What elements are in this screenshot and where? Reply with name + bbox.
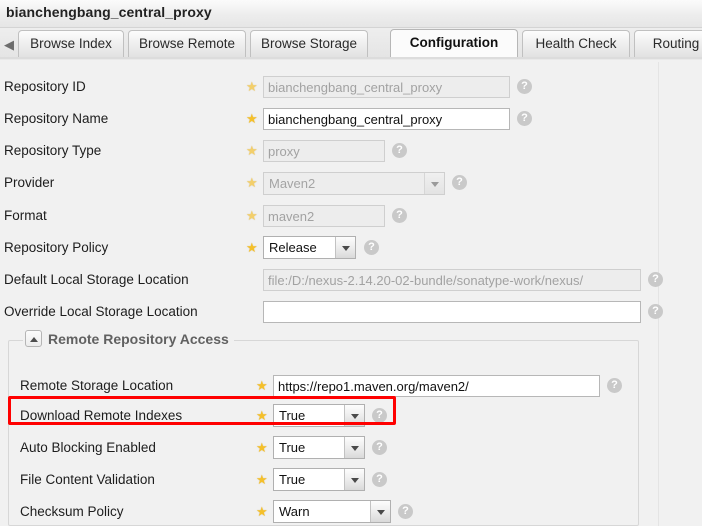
select-repository-policy[interactable]: Release (263, 236, 356, 259)
tab-browse-index[interactable]: Browse Index (18, 30, 124, 57)
left-arrow-icon[interactable]: ◀ (2, 38, 16, 52)
required-star-icon: ★ (246, 208, 258, 223)
select-checksum-policy[interactable]: Warn (273, 500, 391, 523)
input-default-local-storage-location: file:/D:/nexus-2.14.20-02-bundle/sonatyp… (263, 269, 641, 291)
select-file-content-validation-value: True (279, 472, 306, 487)
chevron-down-icon[interactable] (370, 501, 390, 522)
input-repository-type: proxy (263, 140, 385, 162)
help-icon[interactable]: ? (372, 440, 387, 455)
input-repository-name[interactable]: bianchengbang_central_proxy (263, 108, 510, 130)
label-checksum-policy: Checksum Policy (20, 504, 124, 519)
input-override-local-storage-location[interactable] (263, 301, 641, 323)
help-icon[interactable]: ? (648, 272, 663, 287)
chevron-down-icon[interactable] (335, 237, 355, 258)
help-icon[interactable]: ? (517, 111, 532, 126)
help-icon[interactable]: ? (372, 472, 387, 487)
required-star-icon: ★ (246, 79, 258, 94)
label-repository-policy: Repository Policy (4, 240, 109, 255)
help-icon[interactable]: ? (392, 143, 407, 158)
content-top-border (0, 59, 702, 60)
tab-routing[interactable]: Routing (634, 30, 702, 57)
help-icon[interactable]: ? (372, 408, 387, 423)
select-auto-blocking-enabled[interactable]: True (273, 436, 365, 459)
label-file-content-validation: File Content Validation (20, 472, 155, 487)
select-provider: Maven2 (263, 172, 445, 195)
help-icon[interactable]: ? (398, 504, 413, 519)
chevron-down-icon (424, 173, 444, 194)
help-icon[interactable]: ? (607, 378, 622, 393)
required-star-icon: ★ (256, 504, 268, 519)
configuration-form: Repository ID ★ bianchengbang_central_pr… (0, 62, 702, 526)
label-download-remote-indexes: Download Remote Indexes (20, 408, 183, 423)
required-star-icon: ★ (246, 175, 258, 190)
select-download-remote-indexes-value: True (279, 408, 306, 423)
label-override-local-storage-location: Override Local Storage Location (4, 304, 198, 319)
chevron-down-icon[interactable] (344, 469, 364, 490)
label-remote-storage-location: Remote Storage Location (20, 378, 174, 393)
chevron-down-icon[interactable] (344, 437, 364, 458)
select-download-remote-indexes[interactable]: True (273, 404, 365, 427)
required-star-icon: ★ (246, 143, 258, 158)
required-star-icon: ★ (256, 472, 268, 487)
input-format: maven2 (263, 205, 385, 227)
required-star-icon: ★ (246, 240, 258, 255)
help-icon[interactable]: ? (452, 175, 467, 190)
chevron-down-icon[interactable] (344, 405, 364, 426)
label-default-local-storage-location: Default Local Storage Location (4, 272, 189, 287)
required-star-icon: ★ (256, 378, 268, 393)
nexus-repository-configuration-screen: bianchengbang_central_proxy ◀ Browse Ind… (0, 0, 702, 526)
select-provider-value: Maven2 (269, 176, 316, 191)
label-repository-type: Repository Type (4, 143, 102, 158)
remote-repository-access-title: Remote Repository Access (48, 330, 229, 347)
select-auto-blocking-enabled-value: True (279, 440, 306, 455)
tab-bar: ◀ Browse Index Browse Remote Browse Stor… (0, 28, 702, 59)
input-repository-id: bianchengbang_central_proxy (263, 76, 510, 98)
help-icon[interactable]: ? (517, 79, 532, 94)
label-provider: Provider (4, 175, 55, 190)
chevron-up-icon[interactable] (25, 330, 42, 348)
window-titlebar: bianchengbang_central_proxy (0, 0, 702, 28)
tab-configuration[interactable]: Configuration (390, 29, 518, 58)
label-repository-id: Repository ID (4, 79, 86, 94)
input-remote-storage-location[interactable]: https://repo1.maven.org/maven2/ (273, 375, 600, 397)
tab-browse-storage[interactable]: Browse Storage (250, 30, 368, 57)
tab-browse-remote[interactable]: Browse Remote (128, 30, 246, 57)
help-icon[interactable]: ? (364, 240, 379, 255)
required-star-icon: ★ (256, 440, 268, 455)
label-repository-name: Repository Name (4, 111, 109, 126)
remote-repository-access-legend: Remote Repository Access (23, 330, 234, 352)
page-title: bianchengbang_central_proxy (6, 4, 212, 20)
select-repository-policy-value: Release (269, 240, 317, 255)
select-checksum-policy-value: Warn (279, 504, 310, 519)
label-format: Format (4, 208, 47, 223)
select-file-content-validation[interactable]: True (273, 468, 365, 491)
tab-health-check[interactable]: Health Check (522, 30, 630, 57)
help-icon[interactable]: ? (648, 304, 663, 319)
label-auto-blocking-enabled: Auto Blocking Enabled (20, 440, 156, 455)
required-star-icon: ★ (256, 408, 268, 423)
help-icon[interactable]: ? (392, 208, 407, 223)
required-star-icon: ★ (246, 111, 258, 126)
